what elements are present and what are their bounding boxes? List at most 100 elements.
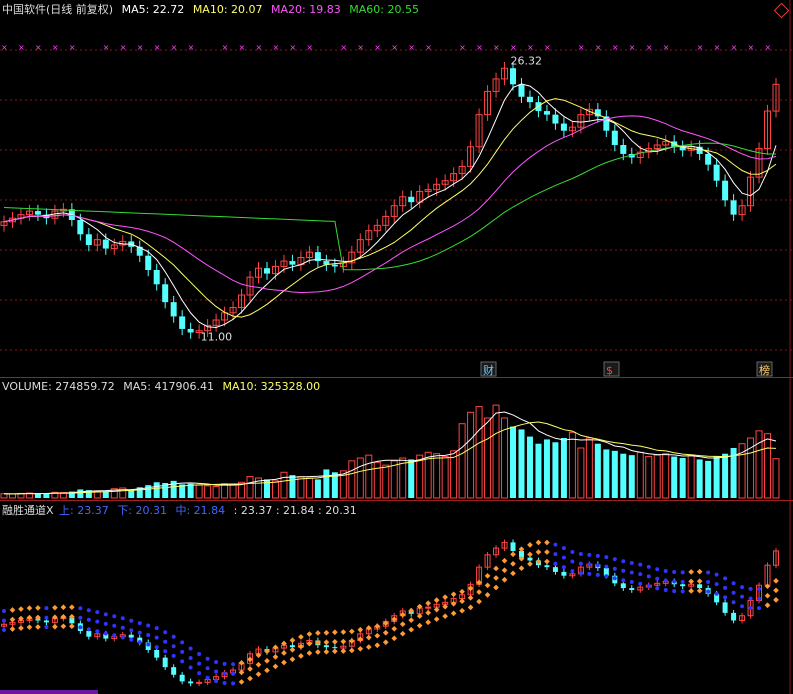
volume-bar-up [492, 404, 500, 499]
channel-dot-rising [18, 625, 24, 631]
channel-dot-falling [112, 623, 117, 628]
candle-down [543, 111, 550, 115]
channel-dot-rising [323, 639, 330, 646]
volume-bar-up [416, 454, 424, 499]
channel-dot-rising [281, 659, 287, 666]
channel-dot-rising [52, 604, 58, 611]
channel-dot-falling [663, 578, 668, 583]
volume-bar-down [34, 493, 41, 498]
channel-dot-falling [570, 559, 575, 564]
channel-dot-rising [315, 630, 321, 636]
indicator-candle-down [162, 657, 168, 668]
channel-dot-rising [315, 649, 321, 655]
channel-dot-falling [757, 606, 762, 611]
channel-dot-rising [332, 648, 338, 655]
signal-marker: × [646, 43, 653, 52]
stock-title[interactable]: 中国软件(日线 前复权) [2, 3, 113, 16]
channel-dot-rising [298, 634, 304, 640]
channel-dot-rising [365, 625, 372, 631]
volume-bar-up [390, 460, 398, 499]
indicator-candle-down [510, 542, 516, 551]
volume-bar-down [696, 459, 703, 498]
indicator-name[interactable]: 融胜通道X [2, 504, 54, 517]
signal-marker: × [171, 43, 178, 52]
candle-down [85, 234, 92, 245]
channel-dot-falling [86, 608, 91, 613]
channel-dot-rising [374, 623, 381, 630]
channel-dot-falling [714, 591, 719, 596]
channel-dot-rising [535, 549, 542, 555]
channel-dot-falling [146, 633, 151, 637]
channel-dot-rising [357, 645, 364, 652]
candle-down [77, 220, 84, 235]
channel-dot-rising [433, 606, 440, 613]
volume-bar-up [467, 411, 475, 499]
channel-dot-rising [264, 658, 270, 664]
channel-dot-rising [773, 578, 779, 584]
channel-dot-falling [638, 581, 643, 586]
channel-dot-falling [680, 589, 685, 594]
volume-bar-up [645, 456, 653, 499]
signal-marker: × [493, 43, 500, 52]
volume-bar-down [705, 460, 712, 498]
volume-bar-up [348, 460, 356, 499]
channel-dot-falling [553, 542, 558, 547]
indicator-accent [0, 690, 98, 694]
channel-dot-falling [731, 581, 736, 586]
channel-dot-rising [527, 542, 533, 548]
channel-dot-rising [535, 539, 542, 546]
channel-dot-falling [578, 571, 583, 576]
channel-dot-falling [197, 661, 202, 666]
signal-marker: × [425, 43, 432, 52]
candle-down [713, 164, 720, 181]
channel-dot-rising [501, 567, 508, 574]
volume-bar-down [679, 458, 686, 498]
channel-dot-falling [570, 550, 575, 555]
channel-dot-rising [69, 623, 75, 630]
volume-bar-down [594, 443, 601, 498]
signal-marker: × [748, 43, 755, 52]
volume-bar-up [382, 464, 390, 499]
channel-dot-falling [655, 576, 660, 581]
channel-dot-rising [527, 561, 533, 567]
volume-bar-up [764, 433, 772, 499]
volume-bar-up [458, 423, 466, 499]
volume-bar-down [289, 475, 296, 498]
channel-dot-rising [298, 653, 304, 659]
channel-dot-falling [129, 637, 134, 642]
channel-dot-rising [399, 630, 406, 637]
indicator-candle-down [544, 565, 550, 568]
signal-marker: × [663, 43, 670, 52]
channel-dot-falling [180, 649, 185, 654]
channel-dot-falling [706, 589, 711, 594]
channel-dot-rising [35, 605, 41, 611]
signal-marker: × [289, 43, 296, 52]
channel-dot-rising [764, 602, 771, 609]
ma10-legend: MA10: 20.07 [192, 3, 263, 16]
channel-dot-falling [120, 625, 125, 630]
indicator-candle-down [86, 630, 92, 637]
channel-dot-falling [612, 566, 617, 571]
volume-bar-down [543, 439, 550, 498]
candle-down [620, 145, 627, 154]
channel-dot-falling [146, 642, 151, 647]
channel-dot-rising [399, 611, 406, 618]
channel-dot-rising [484, 592, 491, 598]
channel-dot-rising [289, 646, 296, 653]
channel-dot-rising [764, 583, 771, 590]
channel-dot-rising [35, 624, 41, 630]
channel-dot-falling [706, 570, 711, 575]
channel-dot-falling [570, 569, 575, 574]
channel-dot-falling [638, 572, 643, 577]
channel-dot-falling [180, 640, 185, 645]
channel-dot-falling [205, 666, 210, 671]
indicator-candle-down [332, 647, 338, 649]
ma20-legend: MA20: 19.83 [271, 3, 341, 16]
channel-dot-rising [18, 606, 24, 612]
channel-dot-rising [26, 614, 33, 621]
channel-dot-rising [501, 557, 508, 564]
channel-dot-falling [672, 570, 677, 575]
volume-bar-up [356, 457, 364, 499]
channel-dot-falling [214, 679, 219, 684]
channel-dot-falling [646, 583, 651, 588]
